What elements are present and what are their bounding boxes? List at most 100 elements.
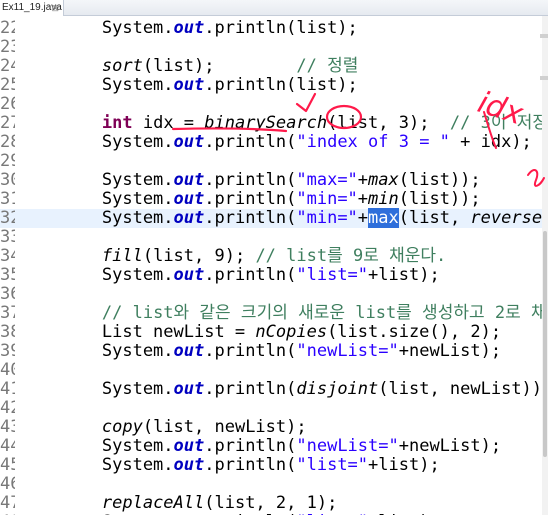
code-text: .println(	[204, 379, 297, 399]
code-line-current[interactable]: 32 System.out.println("min="+max(list, r…	[0, 208, 548, 228]
code-text: System.	[20, 132, 174, 152]
code-text: .println(list);	[204, 18, 358, 38]
line-number: 33	[0, 228, 15, 247]
code-content: System.out.println("newList="+newList);	[20, 342, 501, 361]
field-token: out	[173, 341, 205, 361]
code-line[interactable]: 23	[0, 38, 548, 57]
line-number: 46	[0, 475, 15, 494]
code-content: sort(list); // 정렬	[20, 57, 358, 76]
code-text: System.	[20, 189, 174, 209]
code-text: +	[357, 189, 369, 209]
comment-text: // list를 9로 채운다.	[255, 246, 447, 266]
code-text: +list);	[368, 265, 440, 285]
field-token: out	[173, 379, 205, 399]
line-number: 43	[0, 418, 15, 437]
static-method-token: binarySearch	[204, 113, 328, 133]
line-number: 27	[0, 114, 15, 133]
field-token: out	[173, 208, 205, 228]
line-number: 23	[0, 38, 15, 57]
code-line[interactable]: 29	[0, 152, 548, 171]
field-token: out	[173, 455, 205, 475]
code-line[interactable]: 43 copy(list, newList);	[0, 418, 548, 437]
string-literal: "list="	[296, 265, 369, 285]
code-content: List newList = nCopies(list.size(), 2);	[20, 323, 501, 342]
line-number: 28	[0, 133, 15, 152]
code-text: System.	[20, 208, 174, 228]
static-method-token: reverseOrder	[470, 208, 548, 228]
line-number: 22	[0, 19, 15, 38]
code-editor[interactable]: 22 System.out.println(list);2324 sort(li…	[0, 16, 548, 515]
code-line[interactable]: 45 System.out.println("list="+list);	[0, 456, 548, 475]
code-text: (list, 9);	[142, 246, 256, 266]
static-method-token: sort	[101, 56, 143, 76]
code-line[interactable]: 46	[0, 475, 548, 494]
code-text: (list, 3);	[327, 113, 450, 133]
code-line[interactable]: 37 // list와 같은 크기의 새로운 list를 생성하고 2로 채운다…	[0, 304, 548, 323]
code-line[interactable]: 34 fill(list, 9); // list를 9로 채운다.	[0, 247, 548, 266]
static-method-token: fill	[101, 246, 143, 266]
line-number: 47	[0, 494, 15, 513]
line-number: 34	[0, 247, 15, 266]
field-token: out	[173, 18, 205, 38]
code-text: .println(	[204, 170, 297, 190]
tab-ex11-19-java[interactable]: Ex11_19.java ⊠	[0, 0, 64, 16]
line-number: 35	[0, 266, 15, 285]
field-token: out	[173, 170, 205, 190]
overview-marker	[540, 76, 548, 80]
field-token: out	[173, 132, 205, 152]
selected-text: max	[368, 208, 399, 228]
code-line[interactable]: 41 System.out.println(disjoint(list, new…	[0, 380, 548, 399]
code-text: .println(	[204, 455, 297, 475]
code-text: +list);	[368, 455, 440, 475]
code-line[interactable]: 30 System.out.println("max="+max(list));	[0, 171, 548, 190]
line-number: 45	[0, 456, 15, 475]
static-method-token: nCopies	[255, 322, 328, 342]
code-line[interactable]: 33	[0, 228, 548, 247]
code-text: +newList);	[398, 436, 502, 456]
code-text: (list,	[398, 208, 471, 228]
code-line[interactable]: 31 System.out.println("min="+min(list));	[0, 190, 548, 209]
string-literal: "max="	[296, 170, 358, 190]
code-line[interactable]: 27 int idx = binarySearch(list, 3); // 3…	[0, 114, 548, 133]
static-method-token: max	[368, 170, 399, 190]
scrollbar-thumb[interactable]	[543, 231, 547, 457]
code-line[interactable]: 28 System.out.println("index of 3 = " + …	[0, 133, 548, 152]
comment-text: // 정렬	[296, 56, 359, 76]
line-number: 26	[0, 95, 15, 114]
code-line[interactable]: 38 List newList = nCopies(list.size(), 2…	[0, 323, 548, 342]
code-text: (list));	[398, 170, 481, 190]
code-line[interactable]: 22 System.out.println(list);	[0, 19, 548, 38]
code-line[interactable]: 24 sort(list); // 정렬	[0, 57, 548, 76]
line-number: 41	[0, 380, 15, 399]
close-icon[interactable]: ⊠	[51, 0, 59, 16]
code-line[interactable]: 36	[0, 285, 548, 304]
code-content: fill(list, 9); // list를 9로 채운다.	[20, 247, 446, 266]
field-token: out	[173, 436, 205, 456]
code-content: System.out.println("list="+list);	[20, 456, 440, 475]
code-line[interactable]: 35 System.out.println("list="+list);	[0, 266, 548, 285]
editor-tab-bar: Ex11_19.java ⊠	[0, 0, 548, 16]
code-content: System.out.println(list);	[20, 76, 358, 95]
vertical-scrollbar[interactable]	[540, 16, 548, 515]
code-line[interactable]: 26	[0, 95, 548, 114]
code-line[interactable]: 42	[0, 399, 548, 418]
field-token: out	[173, 75, 205, 95]
field-token: out	[173, 265, 205, 285]
code-line[interactable]: 47 replaceAll(list, 2, 1);	[0, 494, 548, 513]
line-number: 32	[0, 209, 15, 228]
code-line[interactable]: 40	[0, 361, 548, 380]
string-literal: "min="	[296, 189, 358, 209]
line-number: 38	[0, 323, 15, 342]
code-content: System.out.println(disjoint(list, newLis…	[20, 380, 548, 399]
code-line[interactable]: 39 System.out.println("newList="+newList…	[0, 342, 548, 361]
line-number: 44	[0, 437, 15, 456]
code-line[interactable]: 44 System.out.println("newList="+newList…	[0, 437, 548, 456]
code-line[interactable]: 25 System.out.println(list);	[0, 76, 548, 95]
code-content: System.out.println("min="+min(list));	[20, 190, 481, 209]
code-text: .println(list);	[204, 75, 358, 95]
code-text: System.	[20, 170, 174, 190]
code-content: System.out.println("newList="+newList);	[20, 437, 501, 456]
line-number: 39	[0, 342, 15, 361]
